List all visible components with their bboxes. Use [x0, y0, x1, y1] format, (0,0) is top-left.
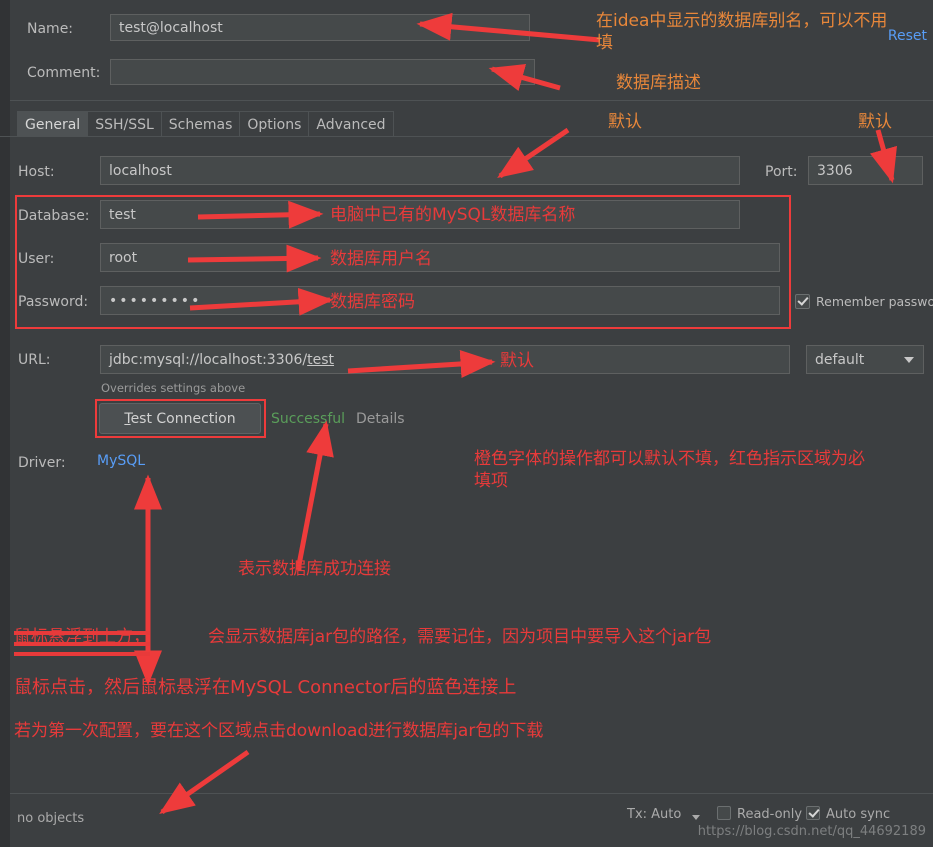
- tab-options[interactable]: Options: [239, 111, 310, 137]
- annotation-successful-note: 表示数据库成功连接: [238, 559, 391, 579]
- remember-password-checkbox[interactable]: [795, 294, 810, 309]
- user-input[interactable]: root: [100, 243, 780, 272]
- remember-password-label: Remember password: [816, 294, 933, 309]
- driver-label: Driver:: [18, 455, 66, 471]
- annotation-user-note: 数据库用户名: [330, 249, 432, 269]
- statusbar-separator: [10, 793, 933, 794]
- comment-input[interactable]: [110, 59, 535, 85]
- read-only-label[interactable]: Read-only: [737, 807, 802, 822]
- tab-bar: General SSH/SSL Schemas Options Advanced: [17, 110, 394, 137]
- annotation-comment-note: 数据库描述: [616, 73, 701, 93]
- test-connection-label: Test Connection: [124, 411, 235, 427]
- annotation-download-note: 若为第一次配置，要在这个区域点击download进行数据库jar包的下载: [14, 721, 544, 741]
- annotation-struck-note-wrap: 鼠标悬浮到上方，: [14, 626, 150, 656]
- annotation-legend-note: 橙色字体的操作都可以默认不填，红色指示区域为必 填项: [474, 449, 865, 492]
- url-prefix: jdbc:mysql://localhost:3306/: [109, 351, 308, 368]
- url-database-part: test: [307, 351, 335, 368]
- annotation-port-note: 默认: [858, 112, 892, 132]
- strike-bar-top: [14, 631, 150, 635]
- tx-mode-label[interactable]: Tx: Auto: [627, 807, 681, 822]
- database-label: Database:: [18, 208, 90, 224]
- test-result-status: Successful: [271, 411, 346, 427]
- driver-value-link[interactable]: MySQL: [97, 453, 145, 469]
- annotation-name-note: 在idea中显示的数据库别名，可以不用 填: [596, 11, 888, 54]
- url-label: URL:: [18, 352, 51, 368]
- tab-advanced[interactable]: Advanced: [308, 111, 394, 137]
- tab-schemas[interactable]: Schemas: [160, 111, 241, 137]
- chevron-down-icon: [904, 356, 914, 363]
- port-input[interactable]: 3306: [808, 156, 923, 185]
- strike-bar-bottom: [14, 652, 150, 656]
- left-rail: [0, 0, 10, 847]
- url-scheme-value: default: [815, 351, 865, 368]
- host-label: Host:: [18, 164, 55, 180]
- test-connection-rest: est Connection: [130, 410, 236, 427]
- annotation-host-note: 默认: [608, 112, 642, 132]
- annotation-password-note: 数据库密码: [330, 292, 415, 312]
- url-input[interactable]: jdbc:mysql://localhost:3306/test: [100, 345, 790, 374]
- details-link[interactable]: Details: [356, 411, 405, 427]
- url-scheme-dropdown[interactable]: default: [806, 345, 924, 374]
- arrow-to-test-result: [295, 420, 334, 571]
- port-label: Port:: [765, 164, 798, 180]
- objects-count: no objects: [17, 811, 85, 826]
- annotation-hover-note: 鼠标点击，然后鼠标悬浮在MySQL Connector后的蓝色连接上: [14, 677, 517, 698]
- watermark: https://blog.csdn.net/qq_44692189: [697, 824, 926, 839]
- url-override-hint: Overrides settings above: [101, 381, 246, 395]
- strike-bar-mid: [14, 642, 150, 646]
- annotation-database-note: 电脑中已有的MySQL数据库名称: [330, 205, 576, 225]
- host-input[interactable]: localhost: [100, 156, 740, 185]
- name-input[interactable]: test@localhost: [110, 14, 530, 41]
- read-only-checkbox[interactable]: [717, 806, 731, 820]
- password-input[interactable]: •••••••••: [100, 286, 780, 315]
- annotation-jar-path-note: 会显示数据库jar包的路径，需要记住，因为项目中要导入这个jar包: [208, 627, 712, 647]
- tab-ssh-ssl[interactable]: SSH/SSL: [87, 111, 162, 137]
- user-label: User:: [18, 251, 55, 267]
- test-connection-button[interactable]: Test Connection: [99, 403, 261, 434]
- tx-chevron-down-icon[interactable]: [692, 815, 700, 820]
- password-label: Password:: [18, 294, 89, 310]
- header-separator: [10, 100, 933, 101]
- auto-sync-checkbox[interactable]: [806, 806, 820, 820]
- arrow-to-objects-area: [159, 749, 250, 815]
- tab-underline: [0, 136, 933, 137]
- tab-general[interactable]: General: [17, 111, 89, 137]
- datasource-config-window: Name: test@localhost Comment: Reset Gene…: [0, 0, 933, 847]
- comment-label: Comment:: [27, 65, 101, 81]
- annotation-url-note: 默认: [500, 351, 534, 371]
- auto-sync-label[interactable]: Auto sync: [826, 807, 890, 822]
- name-label: Name:: [27, 21, 74, 37]
